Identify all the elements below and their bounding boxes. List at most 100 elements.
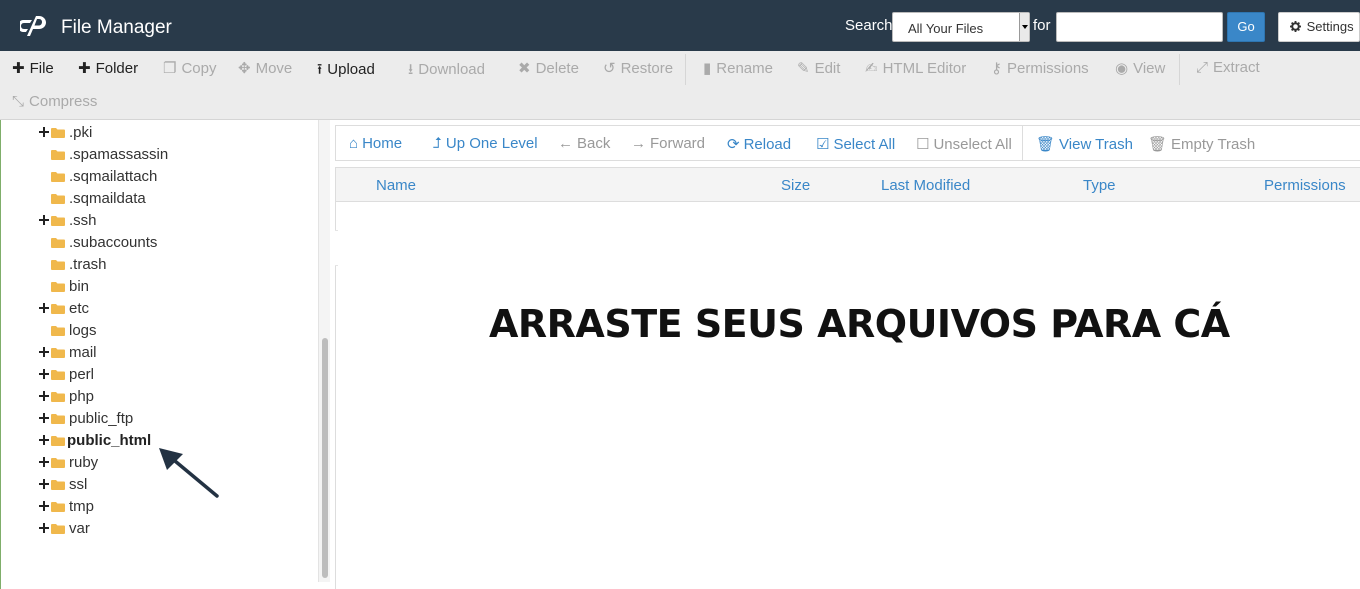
tree-item-label: .sqmailattach [69,168,158,185]
tree-item-label: etc [69,300,90,317]
expand-plus-icon[interactable] [39,215,49,225]
html-editor-button[interactable]: ✍ HTML Editor [865,59,966,77]
tree-item-label: .sqmaildata [69,190,146,207]
expand-plus-icon[interactable] [39,479,49,489]
expand-plus-icon[interactable] [39,369,49,379]
expand-plus-icon[interactable] [39,303,49,313]
expand-plus-icon[interactable] [39,347,49,357]
expand-plus-icon[interactable] [39,127,49,137]
permissions-button[interactable]: ⚷ Permissions [991,59,1089,77]
folder-icon [51,414,65,424]
restore-button[interactable]: ↺ Restore [603,59,673,77]
folder-icon [51,194,65,204]
tree-item-label: perl [69,366,95,383]
column-header-size[interactable]: Size [781,177,810,194]
cpanel-logo[interactable] [20,14,52,38]
column-header-name[interactable]: Name [376,177,416,194]
view-button[interactable]: ◉ View [1115,59,1165,77]
scrollbar-thumb[interactable] [322,338,328,578]
tree-item-label: .spamassassin [69,146,169,163]
new-folder-button[interactable]: ✚ Folder [78,59,138,77]
expand-plus-icon[interactable] [39,457,49,467]
upload-button[interactable]: ⭱ Upload [317,59,375,84]
edit-square-icon: ✍ [865,60,878,77]
folder-icon [51,172,65,182]
folder-icon [51,128,65,138]
tree-item-label: logs [69,322,97,339]
copy-button[interactable]: ❐ Copy [163,59,216,77]
expand-plus-icon[interactable] [39,391,49,401]
reload-button[interactable]: ⟳ Reload [727,135,791,153]
navigation-bar: ⌂ Home ⮥ Up One Level ← Back → Forward ⟳ Relo… [335,125,1360,161]
forward-button[interactable]: → Forward [631,135,705,152]
drop-hint-text: ARRASTE SEUS ARQUIVOS PARA CÁ [489,302,1230,346]
file-list-drop-area[interactable]: ARRASTE SEUS ARQUIVOS PARA CÁ [335,202,1360,589]
column-header-type[interactable]: Type [1083,177,1116,194]
close-icon: ✖ [518,60,531,77]
expand-plus-icon[interactable] [39,501,49,511]
expand-plus-icon[interactable] [39,413,49,423]
extract-button[interactable]: ⤢ Extract [1196,59,1260,76]
download-button[interactable]: ⭳ Download [408,59,485,84]
key-icon: ⚷ [991,60,1002,77]
move-icon: ✥ [238,60,251,77]
edit-button[interactable]: ✎ Edit [797,59,840,77]
expand-plus-icon[interactable] [39,523,49,533]
back-button[interactable]: ← Back [558,135,610,152]
folder-icon [51,326,65,336]
plus-icon: ✚ [78,60,91,77]
arrow-left-icon: ← [558,135,573,152]
folder-icon [51,524,65,534]
tree-scrollbar[interactable] [318,120,330,582]
tree-item-label: .trash [69,256,107,273]
tree-item-label: bin [69,278,90,295]
tree-item-label: public_ftp [69,410,134,427]
unselect-all-button[interactable]: ☐ Unselect All [916,135,1012,153]
undo-icon: ↺ [603,60,616,77]
select-all-button[interactable]: ☑ Select All [816,135,895,153]
folder-icon [51,304,65,314]
level-up-icon: ⮥ [433,135,442,152]
upload-icon: ⭱ [317,61,323,78]
toolbar-divider [1179,54,1180,85]
checkbox-empty-icon: ☐ [916,136,930,153]
empty-trash-button[interactable]: 🗑 Empty Trash [1148,135,1255,153]
new-file-button[interactable]: ✚ File [12,59,54,77]
eye-icon: ◉ [1115,60,1129,77]
toolbar-divider [685,54,686,85]
search-label: Search [845,17,893,34]
top-header: File Manager Search All Your Files for G… [0,0,1360,51]
expand-plus-icon[interactable] [39,435,49,445]
search-input[interactable] [1056,12,1223,42]
home-button[interactable]: ⌂ Home [349,135,402,152]
expand-icon: ⤢ [1196,59,1209,76]
folder-icon [51,282,65,292]
tree-item-label: ruby [69,454,99,471]
tree-item-label: .subaccounts [69,234,158,251]
folder-icon [51,348,65,358]
rename-button[interactable]: ▮ Rename [703,59,773,77]
gear-icon [1290,21,1301,32]
home-icon: ⌂ [349,135,359,152]
compress-button[interactable]: ⤡ Compress [12,93,97,110]
search-scope-select[interactable]: All Your Files [892,12,1030,42]
file-table-header: Name Size Last Modified Type Permissions [335,167,1360,202]
go-button[interactable]: Go [1227,12,1265,42]
delete-button[interactable]: ✖ Delete [518,59,579,77]
tree-item-label: php [69,388,95,405]
download-icon: ⭳ [408,61,414,78]
move-button[interactable]: ✥ Move [238,59,292,77]
nav-divider [1022,126,1023,160]
compress-icon: ⤡ [12,93,25,110]
tree-item-label: tmp [69,498,95,515]
settings-button[interactable]: Settings [1278,12,1360,42]
folder-icon [51,480,65,490]
folder-icon [51,502,65,512]
folder-icon [51,458,65,468]
view-trash-button[interactable]: 🗑 View Trash [1036,135,1133,153]
up-one-level-button[interactable]: ⮥ Up One Level [433,135,538,152]
tree-item-label: ssl [69,476,88,493]
refresh-icon: ⟳ [727,136,740,153]
column-header-last-modified[interactable]: Last Modified [881,177,970,194]
column-header-permissions[interactable]: Permissions [1264,177,1346,194]
